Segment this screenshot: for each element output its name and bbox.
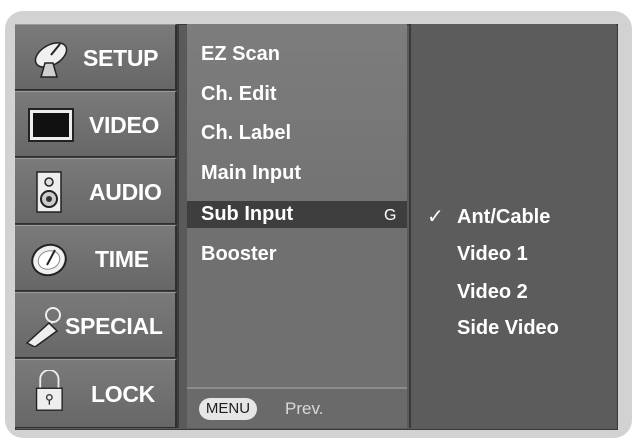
sidebar-item-special[interactable]: SPECIAL	[15, 292, 177, 358]
prev-label: Prev.	[285, 399, 324, 418]
speaker-icon	[36, 171, 62, 213]
sidebar-item-label: LOCK	[91, 381, 155, 407]
menu-item-main-input[interactable]: Main Input	[201, 154, 301, 192]
clock-icon	[31, 243, 67, 277]
option-video-2[interactable]: Video 2	[457, 274, 528, 310]
monitor-icon	[28, 108, 74, 142]
submenu-arrow-icon: G	[384, 207, 397, 224]
sidebar-item-audio[interactable]: AUDIO	[15, 158, 177, 224]
padlock-icon	[35, 370, 63, 411]
menu-item-ch-label[interactable]: Ch. Label	[201, 114, 291, 152]
sidebar-item-label: VIDEO	[89, 112, 160, 138]
checkmark-icon: ✓	[427, 206, 444, 228]
sidebar-item-video[interactable]: VIDEO	[15, 91, 177, 157]
menu-item-sub-input[interactable]: Sub Input G	[187, 201, 407, 228]
sidebar-item-label: AUDIO	[89, 179, 162, 205]
sidebar: SETUP VIDEO AUDIO TIME SPECIAL LOCK	[15, 24, 179, 428]
sidebar-item-time[interactable]: TIME	[15, 225, 177, 291]
menu-item-booster[interactable]: Booster	[201, 235, 277, 273]
sidebar-item-lock[interactable]: LOCK	[15, 359, 177, 428]
option-video-1[interactable]: Video 1	[457, 236, 528, 272]
sidebar-item-label: TIME	[95, 246, 149, 272]
menu-footer: MENU Prev.	[187, 387, 407, 428]
option-side-video[interactable]: Side Video	[457, 310, 559, 346]
sidebar-item-label: SPECIAL	[65, 313, 163, 339]
key-tag-icon	[25, 307, 61, 347]
sidebar-item-setup[interactable]: SETUP	[15, 24, 177, 90]
sub-input-options: ✓ Ant/Cable Video 1 Video 2 Side Video	[409, 24, 616, 428]
menu-item-label: Sub Input	[201, 203, 294, 225]
menu-button[interactable]: MENU	[199, 398, 257, 420]
sidebar-item-label: SETUP	[83, 45, 159, 71]
setup-menu: EZ Scan Ch. Edit Ch. Label Main Input Su…	[187, 24, 407, 428]
option-ant-cable[interactable]: Ant/Cable	[457, 199, 550, 235]
satellite-dish-icon	[34, 42, 68, 78]
menu-item-ez-scan[interactable]: EZ Scan	[201, 35, 280, 73]
menu-item-ch-edit[interactable]: Ch. Edit	[201, 75, 277, 113]
